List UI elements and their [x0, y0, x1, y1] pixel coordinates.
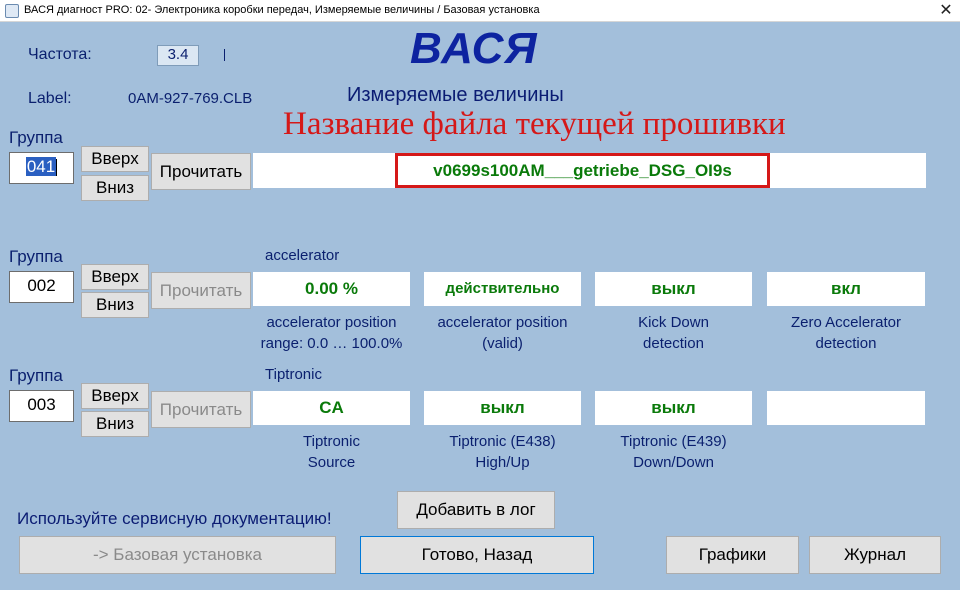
app-icon: [5, 4, 19, 18]
group-2-label: Группа: [9, 247, 63, 266]
page-subtitle: Измеряемые величины: [347, 84, 564, 106]
firmware-value: v0699s100AM___getriebe_DSG_OI9s: [395, 153, 770, 188]
firmware-annotation: Название файла текущей прошивки: [283, 106, 786, 142]
group-3-field-3-desc: Tiptronic (E439) Down/Down: [587, 431, 760, 473]
group-3-down-button[interactable]: Вниз: [81, 411, 149, 437]
group-2-number-input[interactable]: 002: [9, 271, 74, 303]
group-2-field-3-desc: Kick Down detection: [587, 312, 760, 354]
group-3-field-1-desc: Tiptronic Source: [245, 431, 418, 473]
group-2-field-1-desc: accelerator position range: 0.0 … 100.0%: [245, 312, 418, 354]
group-3-label: Группа: [9, 366, 63, 385]
group-3-number-input[interactable]: 003: [9, 390, 74, 422]
group-2-field-3: выкл: [595, 272, 752, 306]
service-doc-hint: Используйте сервисную документацию!: [17, 509, 332, 528]
desc-line-1: Tiptronic: [303, 433, 360, 450]
desc-line-2: Source: [307, 454, 356, 471]
label-label: Label:: [28, 90, 72, 107]
desc-line-2: detection: [643, 335, 704, 352]
group-3-read-button[interactable]: Прочитать: [151, 391, 251, 428]
desc-line-2: (valid): [482, 335, 523, 352]
close-icon[interactable]: ✕: [934, 0, 958, 22]
group-2-field-1: 0.00 %: [253, 272, 410, 306]
group-2-field-2-desc: accelerator position (valid): [416, 312, 589, 354]
group-3-field-1: CA: [253, 391, 410, 425]
group-2-up-button[interactable]: Вверх: [81, 264, 149, 290]
label-value: 0AM-927-769.CLB: [128, 90, 253, 107]
window-title: ВАСЯ диагност PRO: 02- Электроника короб…: [24, 4, 540, 16]
group-2-channel-title: accelerator: [265, 247, 340, 264]
graphs-button[interactable]: Графики: [666, 536, 799, 574]
frequency-label: Частота:: [28, 46, 92, 63]
group-1-down-button[interactable]: Вниз: [81, 175, 149, 201]
group-1-up-button[interactable]: Вверх: [81, 146, 149, 172]
group-3-field-4: [767, 391, 925, 425]
frequency-value: 3.4: [157, 45, 199, 66]
group-1-number-input[interactable]: 041: [9, 152, 74, 184]
group-2-field-4: вкл: [767, 272, 925, 306]
frequency-indicator: [224, 49, 225, 61]
group-2-read-button[interactable]: Прочитать: [151, 272, 251, 309]
journal-button[interactable]: Журнал: [809, 536, 941, 574]
group-1-label: Группа: [9, 128, 63, 147]
group-3-field-3: выкл: [595, 391, 752, 425]
text-caret: [56, 159, 58, 177]
desc-line-1: Tiptronic (E438): [449, 433, 556, 450]
group-2-field-2: действительно: [424, 272, 581, 306]
group-3-field-2: выкл: [424, 391, 581, 425]
desc-line-1: Zero Accelerator: [790, 314, 902, 331]
desc-line-2: High/Up: [475, 454, 530, 471]
desc-line-1: accelerator position: [266, 314, 397, 331]
desc-line-2: detection: [815, 335, 877, 352]
group-3-field-2-desc: Tiptronic (E438) High/Up: [416, 431, 589, 473]
group-3-channel-title: Tiptronic: [265, 366, 322, 383]
desc-line-1: Kick Down: [638, 314, 709, 331]
group-3-up-button[interactable]: Вверх: [81, 383, 149, 409]
group-2-down-button[interactable]: Вниз: [81, 292, 149, 318]
group-2-field-4-desc: Zero Accelerator detection: [759, 312, 933, 354]
add-to-log-button[interactable]: Добавить в лог: [397, 491, 555, 529]
desc-line-2: range: 0.0 … 100.0%: [260, 335, 403, 352]
basic-setting-button[interactable]: -> Базовая установка: [19, 536, 336, 574]
desc-line-1: accelerator position: [437, 314, 568, 331]
desc-line-1: Tiptronic (E439): [620, 433, 727, 450]
app-title: ВАСЯ: [410, 24, 538, 73]
title-bar: ВАСЯ диагност PRO: 02- Электроника короб…: [0, 0, 960, 22]
done-back-button[interactable]: Готово, Назад: [360, 536, 594, 574]
desc-line-2: Down/Down: [633, 454, 714, 471]
group-1-read-button[interactable]: Прочитать: [151, 153, 251, 190]
